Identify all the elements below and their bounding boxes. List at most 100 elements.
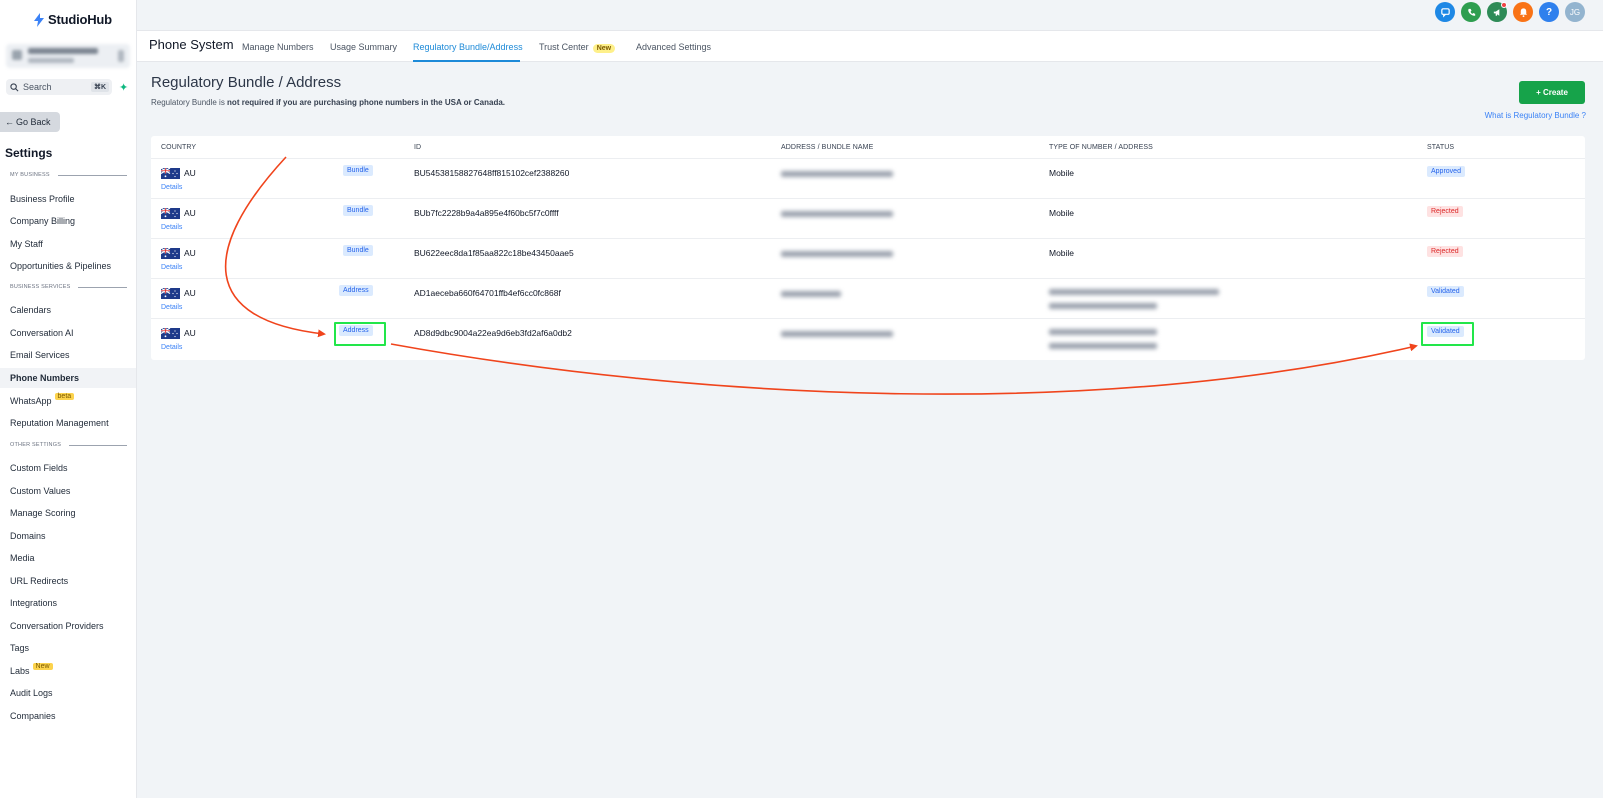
new-badge: New <box>32 662 53 670</box>
phone-system-title: Phone System <box>149 37 234 52</box>
sidebar-item-url-redirects[interactable]: URL Redirects <box>0 571 136 591</box>
table-row[interactable]: AU Details Bundle BU622eec8da1f85aa822c1… <box>151 238 1585 278</box>
what-is-bundle-link[interactable]: What is Regulatory Bundle ? <box>1485 111 1586 120</box>
bundle-id: BU622eec8da1f85aa822c18be43450aae5 <box>414 248 574 258</box>
country-code: AU <box>184 328 196 338</box>
section-label-other-settings: OTHER SETTINGS <box>10 442 127 448</box>
tab-manage-numbers[interactable]: Manage Numbers <box>242 42 314 52</box>
type-badge: Bundle <box>343 165 373 176</box>
australia-flag-icon <box>161 168 180 179</box>
redacted-name <box>781 251 893 257</box>
avatar[interactable]: JG <box>1565 2 1585 22</box>
sidebar-item-companies[interactable]: Companies <box>0 706 136 726</box>
page-subtitle: Regulatory Bundle is not required if you… <box>151 98 506 107</box>
help-icon[interactable]: ? <box>1539 2 1559 22</box>
section-label-my-business: MY BUSINESS <box>10 172 127 178</box>
country-code: AU <box>184 248 196 258</box>
details-link[interactable]: Details <box>161 264 182 271</box>
sidebar-item-custom-values[interactable]: Custom Values <box>0 481 136 501</box>
country-code: AU <box>184 288 196 298</box>
redacted-name <box>781 291 841 297</box>
status-badge: Rejected <box>1427 246 1463 257</box>
australia-flag-icon <box>161 248 180 259</box>
address-id: AD8d9dbc9004a22ea9d6eb3fd2af6a0db2 <box>414 328 572 338</box>
tabs-bar: Phone System Manage Numbers Usage Summar… <box>137 30 1603 62</box>
sidebar-item-custom-fields[interactable]: Custom Fields <box>0 458 136 478</box>
sidebar-item-business-profile[interactable]: Business Profile <box>0 189 136 209</box>
table-row[interactable]: AU Details Bundle BU54538158827648ff8151… <box>151 158 1585 198</box>
sidebar-item-conversation-providers[interactable]: Conversation Providers <box>0 616 136 636</box>
ai-sparkle-icon[interactable]: ✦ <box>119 81 128 94</box>
highlight-box-validated-status <box>1421 322 1474 346</box>
tab-trust-center[interactable]: Trust Center New <box>539 42 616 53</box>
bundle-id: BUb7fc2228b9a4a895e4f60bc5f7c0ffff <box>414 208 559 218</box>
details-link[interactable]: Details <box>161 184 182 191</box>
page-title: Regulatory Bundle / Address <box>151 74 342 91</box>
sidebar-item-whatsapp[interactable]: WhatsApp beta <box>0 391 136 411</box>
top-bar: ? JG <box>137 0 1603 30</box>
sidebar-item-labs[interactable]: Labs New <box>0 661 136 681</box>
sidebar-item-company-billing[interactable]: Company Billing <box>0 211 136 231</box>
australia-flag-icon <box>161 288 180 299</box>
sidebar-item-phone-numbers[interactable]: Phone Numbers <box>0 368 136 388</box>
search-bar[interactable]: Search ⌘K <box>6 79 112 95</box>
number-type: Mobile <box>1049 168 1075 178</box>
details-link[interactable]: Details <box>161 344 182 351</box>
chat-icon[interactable] <box>1435 2 1455 22</box>
type-badge: Bundle <box>343 245 373 256</box>
bell-icon[interactable] <box>1513 2 1533 22</box>
column-header-id: ID <box>414 144 422 151</box>
search-icon <box>10 82 19 91</box>
column-header-country: COUNTRY <box>161 144 197 151</box>
details-link[interactable]: Details <box>161 224 182 231</box>
sidebar-item-conversation-ai[interactable]: Conversation AI <box>0 323 136 343</box>
sidebar-item-integrations[interactable]: Integrations <box>0 593 136 613</box>
table-row[interactable]: AU Details Bundle BUb7fc2228b9a4a895e4f6… <box>151 198 1585 238</box>
highlight-box-address-badge <box>334 322 386 346</box>
type-badge: Address <box>339 285 373 296</box>
brand-logo[interactable]: StudioHub <box>33 12 112 27</box>
number-type: Mobile <box>1049 248 1075 258</box>
sidebar-item-my-staff[interactable]: My Staff <box>0 234 136 254</box>
sidebar-item-email-services[interactable]: Email Services <box>0 345 136 365</box>
country-code: AU <box>184 208 196 218</box>
address-id: AD1aeceba660f64701ffb4ef6cc0fc868f <box>414 288 561 298</box>
beta-badge: beta <box>54 392 75 400</box>
country-code: AU <box>184 168 196 178</box>
tab-regulatory-bundle[interactable]: Regulatory Bundle/Address <box>413 42 523 52</box>
megaphone-icon[interactable] <box>1487 2 1507 22</box>
sidebar-item-tags[interactable]: Tags <box>0 638 136 658</box>
sidebar-item-audit-logs[interactable]: Audit Logs <box>0 683 136 703</box>
number-type: Mobile <box>1049 208 1075 218</box>
australia-flag-icon <box>161 208 180 219</box>
tab-usage-summary[interactable]: Usage Summary <box>330 42 397 52</box>
annotation-arrows <box>224 156 1418 395</box>
new-badge: New <box>592 44 616 53</box>
section-label-business-services: BUSINESS SERVICES <box>10 284 127 290</box>
redacted-name <box>781 171 893 177</box>
status-badge: Rejected <box>1427 206 1463 217</box>
sidebar-item-media[interactable]: Media <box>0 548 136 568</box>
account-switcher[interactable] <box>6 44 130 68</box>
brand-name: StudioHub <box>48 12 112 27</box>
redacted-address <box>1049 289 1219 295</box>
logo-icon <box>33 12 45 27</box>
redacted-name <box>781 211 893 217</box>
table-row[interactable]: AU Details Address AD1aeceba660f64701ffb… <box>151 278 1585 318</box>
details-link[interactable]: Details <box>161 304 182 311</box>
sidebar-item-domains[interactable]: Domains <box>0 526 136 546</box>
column-header-address-name: ADDRESS / BUNDLE NAME <box>781 144 874 151</box>
sidebar-item-opportunities[interactable]: Opportunities & Pipelines <box>0 256 136 276</box>
go-back-label: Go Back <box>16 117 51 127</box>
create-button[interactable]: + Create <box>1519 81 1585 104</box>
column-header-status: STATUS <box>1427 144 1455 151</box>
tab-advanced-settings[interactable]: Advanced Settings <box>636 42 711 52</box>
status-badge: Validated <box>1427 286 1464 297</box>
sidebar-item-reputation[interactable]: Reputation Management <box>0 413 136 433</box>
sidebar-item-calendars[interactable]: Calendars <box>0 300 136 320</box>
notification-dot <box>1501 2 1507 8</box>
sidebar-item-manage-scoring[interactable]: Manage Scoring <box>0 503 136 523</box>
redacted-address <box>1049 343 1157 349</box>
go-back-button[interactable]: ← Go Back <box>0 112 60 132</box>
phone-icon[interactable] <box>1461 2 1481 22</box>
